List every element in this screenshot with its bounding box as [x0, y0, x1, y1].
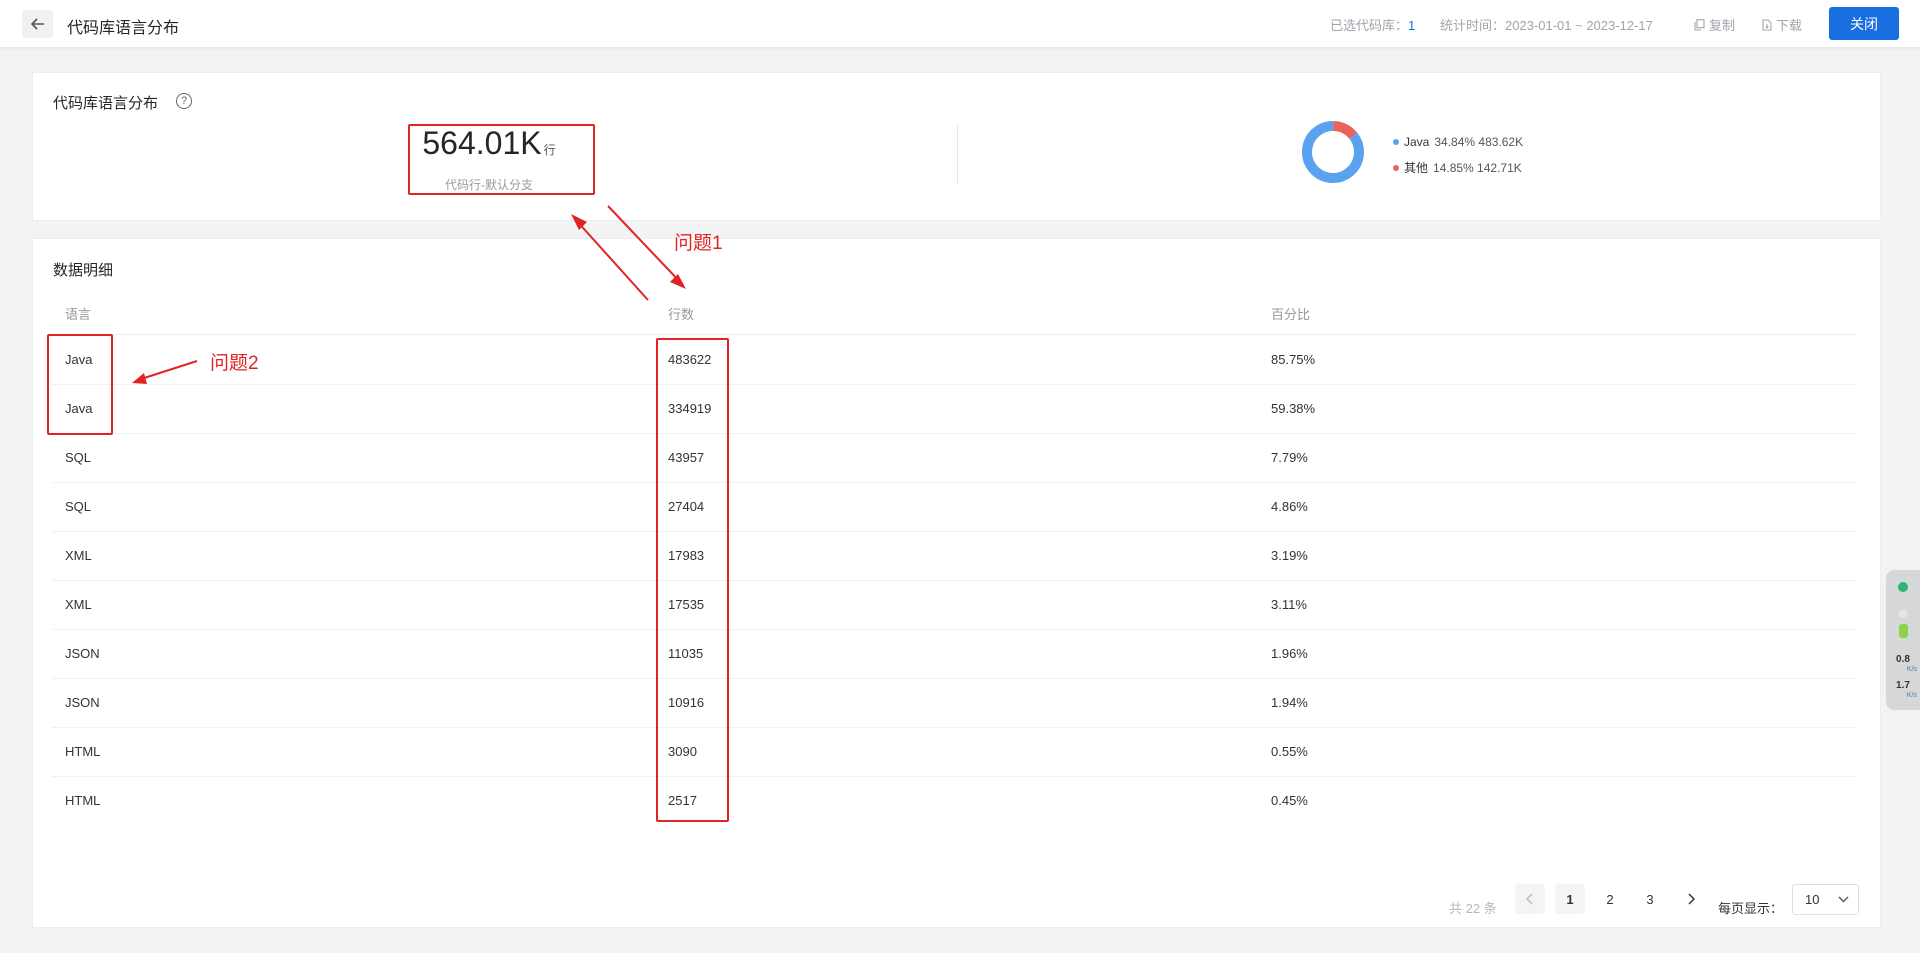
annotation-arrows: [132, 205, 686, 384]
annotation-arrow-to-lines: [607, 205, 686, 289]
annotation-arrow-to-total: [571, 214, 649, 301]
download-speed-value: 1.7: [1896, 680, 1910, 691]
download-speed-unit: K/s: [1906, 692, 1917, 699]
upload-speed-unit: K/s: [1906, 666, 1917, 673]
status-dot-icon: [1899, 610, 1907, 618]
annotation-arrow-to-language: [132, 360, 198, 384]
upload-speed-value: 0.8: [1896, 654, 1910, 665]
battery-icon: [1899, 624, 1908, 638]
status-dot-icon: [1898, 582, 1908, 592]
network-speed-widget[interactable]: 0.8 K/s 1.7 K/s: [1886, 570, 1920, 710]
